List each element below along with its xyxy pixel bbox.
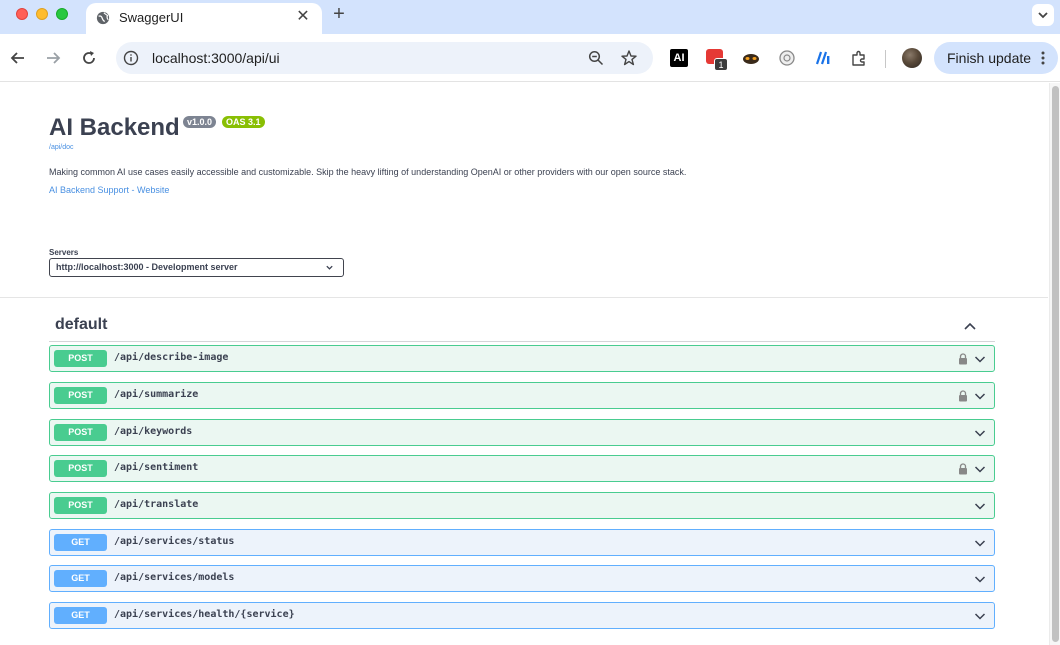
tab-search-button[interactable] — [1032, 4, 1054, 26]
chevron-up-icon[interactable] — [963, 320, 977, 332]
method-badge: GET — [54, 607, 107, 624]
support-link[interactable]: AI Backend Support - Website — [49, 185, 169, 195]
section-divider — [0, 297, 1048, 298]
calendar-extension-icon[interactable]: 1 — [706, 49, 728, 71]
operation-path: /api/translate — [114, 499, 199, 510]
browser-toolbar: localhost:3000/api/ui AI 1 Finish update — [0, 34, 1060, 82]
operation-block[interactable]: POST /api/translate — [49, 492, 995, 519]
method-badge: GET — [54, 570, 107, 587]
lock-icon[interactable] — [958, 463, 968, 475]
chevron-down-icon[interactable] — [974, 501, 986, 511]
window-close-button[interactable] — [16, 8, 28, 20]
chevron-down-icon[interactable] — [974, 538, 986, 548]
tag-section-header[interactable]: default — [49, 314, 995, 342]
window-minimize-button[interactable] — [36, 8, 48, 20]
zoom-icon[interactable] — [588, 50, 604, 66]
profile-avatar[interactable] — [902, 48, 922, 68]
ai-extension-icon[interactable]: AI — [670, 49, 688, 67]
scrollbar-thumb[interactable] — [1052, 86, 1059, 642]
toolbar-divider — [885, 50, 886, 68]
operation-path: /api/keywords — [114, 426, 193, 437]
reload-icon[interactable] — [79, 48, 99, 68]
new-tab-button[interactable]: + — [329, 4, 349, 24]
tab-close-icon[interactable]: ✕ — [294, 8, 312, 26]
url-text[interactable]: localhost:3000/api/ui — [152, 50, 280, 66]
page-scrollbar[interactable] — [1049, 83, 1060, 645]
servers-selected-value: http://localhost:3000 - Development serv… — [56, 262, 238, 272]
method-badge: POST — [54, 424, 107, 441]
operation-path: /api/services/models — [114, 572, 235, 583]
forward-arrow-icon[interactable] — [43, 48, 63, 68]
operation-path: /api/services/health/{service} — [114, 609, 295, 620]
swagger-page: AI Backend v1.0.0 OAS 3.1 /api/doc Makin… — [0, 83, 1060, 645]
kebab-menu-icon[interactable] — [1038, 50, 1048, 66]
analytics-extension-icon[interactable] — [814, 49, 832, 67]
operation-block[interactable]: GET /api/services/status — [49, 529, 995, 556]
servers-label: Servers — [49, 248, 79, 257]
version-badge: v1.0.0 — [183, 116, 217, 128]
bookmark-star-icon[interactable] — [620, 49, 638, 67]
lock-icon[interactable] — [958, 353, 968, 365]
chevron-down-icon[interactable] — [974, 611, 986, 621]
operation-path: /api/sentiment — [114, 462, 199, 473]
method-badge: POST — [54, 350, 107, 367]
chevron-down-icon[interactable] — [974, 464, 986, 474]
site-info-icon[interactable] — [123, 50, 139, 66]
api-description: Making common AI use cases easily access… — [49, 167, 687, 177]
chevron-down-icon[interactable] — [974, 391, 986, 401]
api-title: AI Backend — [49, 114, 180, 141]
operation-path: /api/describe-image — [114, 352, 229, 363]
window-maximize-button[interactable] — [56, 8, 68, 20]
finish-update-button[interactable]: Finish update — [934, 42, 1058, 74]
chevron-down-icon[interactable] — [974, 354, 986, 364]
mask-extension-icon[interactable] — [742, 49, 760, 67]
tab-strip: SwaggerUI ✕ + — [0, 0, 1060, 34]
tag-name: default — [55, 316, 108, 333]
address-bar[interactable]: localhost:3000/api/ui — [116, 42, 653, 74]
chevron-down-icon — [326, 265, 333, 270]
browser-tab-active[interactable]: SwaggerUI ✕ — [86, 3, 322, 34]
tab-title: SwaggerUI — [119, 10, 184, 25]
operation-block[interactable]: POST /api/keywords — [49, 419, 995, 446]
servers-select[interactable]: http://localhost:3000 - Development serv… — [49, 258, 344, 277]
extension-badge-count: 1 — [714, 58, 728, 71]
lock-icon[interactable] — [958, 390, 968, 402]
back-arrow-icon[interactable] — [8, 48, 28, 68]
method-badge: POST — [54, 387, 107, 404]
chevron-down-icon[interactable] — [974, 574, 986, 584]
globe-icon — [96, 11, 110, 25]
spec-link[interactable]: /api/doc — [49, 144, 74, 151]
chevron-down-icon — [1038, 12, 1048, 19]
operation-block[interactable]: GET /api/services/health/{service} — [49, 602, 995, 629]
operation-block[interactable]: POST /api/describe-image — [49, 345, 995, 372]
operation-path: /api/summarize — [114, 389, 199, 400]
oas-badge: OAS 3.1 — [222, 116, 265, 128]
operation-block[interactable]: POST /api/sentiment — [49, 455, 995, 482]
operation-block[interactable]: POST /api/summarize — [49, 382, 995, 409]
operation-block[interactable]: GET /api/services/models — [49, 565, 995, 592]
finish-update-label: Finish update — [947, 50, 1032, 66]
method-badge: POST — [54, 460, 107, 477]
chevron-down-icon[interactable] — [974, 428, 986, 438]
openai-extension-icon[interactable] — [778, 49, 796, 67]
puzzle-extensions-icon[interactable] — [850, 49, 868, 67]
operation-path: /api/services/status — [114, 536, 235, 547]
method-badge: GET — [54, 534, 107, 551]
method-badge: POST — [54, 497, 107, 514]
